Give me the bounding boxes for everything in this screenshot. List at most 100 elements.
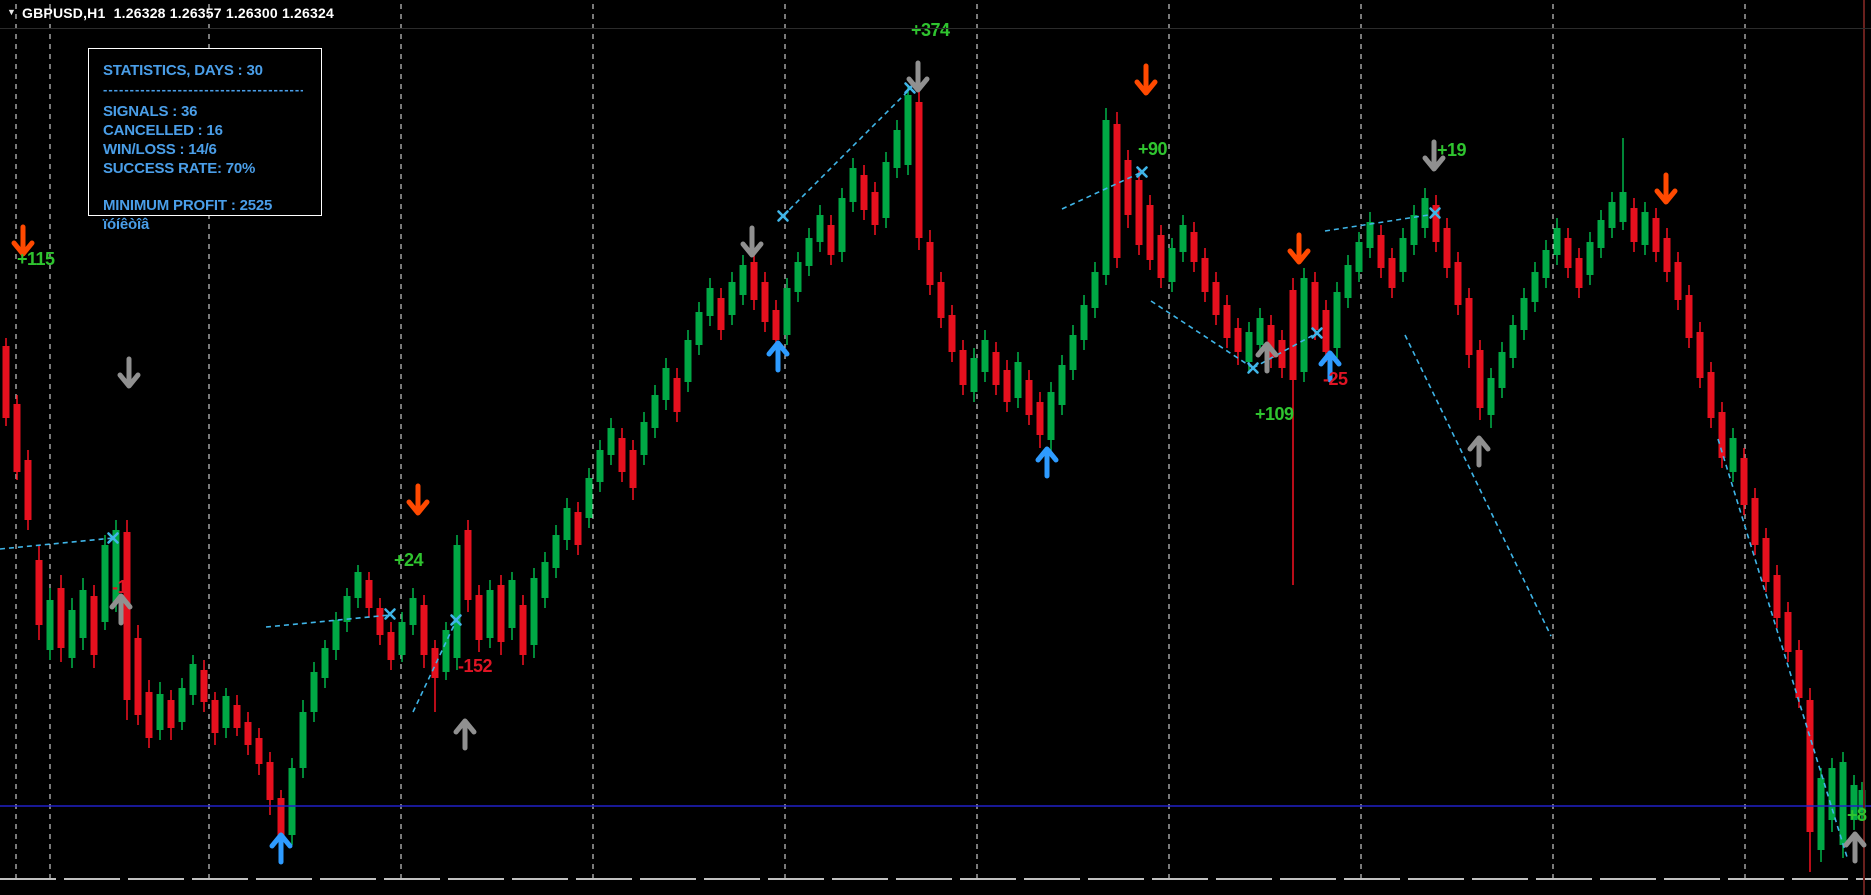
candle-body — [1388, 258, 1396, 288]
signal-arrow-down-icon — [117, 356, 141, 389]
candle-body — [640, 422, 648, 455]
candle-body — [1795, 650, 1803, 698]
stats-title: STATISTICS, DAYS : 30 — [103, 62, 263, 79]
candle-body — [497, 585, 505, 642]
signal-arrow-up-icon — [269, 832, 293, 865]
candle-body — [1586, 242, 1594, 275]
candle-body — [1674, 262, 1682, 300]
candle-body — [1289, 290, 1297, 380]
candle-body — [189, 664, 197, 695]
candle-body — [156, 694, 164, 730]
statistics-panel: STATISTICS, DAYS : 30 ------------------… — [88, 48, 322, 233]
candle-body — [1498, 352, 1506, 388]
candle-body — [530, 578, 538, 645]
candle-body — [992, 352, 1000, 385]
candle-body — [1311, 282, 1319, 330]
candle-body — [167, 700, 175, 728]
stats-minimum-profit: MINIMUM PROFIT : 2525 ïóíêòîâ — [103, 197, 273, 233]
x-marker-icon — [384, 608, 396, 620]
candle-body — [1696, 332, 1704, 378]
candle-body — [860, 175, 868, 210]
signal-arrow-down-icon — [906, 60, 930, 93]
stats-separator: ----------------------------------------… — [103, 82, 303, 97]
candle-body — [222, 696, 230, 728]
candle-body — [1729, 438, 1737, 472]
candle-body — [1080, 305, 1088, 340]
candle-body — [673, 378, 681, 412]
candle-body — [1443, 228, 1451, 268]
signal-arrow-down-icon — [1134, 63, 1158, 96]
candle-body — [1091, 272, 1099, 308]
candle-body — [1003, 370, 1011, 402]
stats-signals: SIGNALS : 36 — [103, 103, 198, 120]
candle-body — [629, 450, 637, 488]
candle-body — [1465, 298, 1473, 355]
signal-arrow-up-icon — [1843, 831, 1867, 864]
candle-body — [1245, 332, 1253, 362]
profit-label: -25 — [1323, 369, 1348, 389]
candle-body — [1784, 612, 1792, 652]
candle-body — [134, 638, 142, 715]
trendline-dashed — [782, 88, 911, 217]
candle-body — [1102, 120, 1110, 275]
candle-body — [1740, 458, 1748, 505]
trendline-dashed — [1324, 213, 1436, 232]
candle-body — [1663, 238, 1671, 272]
candle-body — [596, 450, 604, 482]
candle-body — [871, 192, 879, 225]
candle-body — [90, 596, 98, 655]
candle-body — [1520, 298, 1528, 330]
profit-label: -1 — [112, 577, 127, 597]
candle-body — [1630, 208, 1638, 242]
signal-arrow-up-icon — [1467, 435, 1491, 468]
candle-body — [1476, 350, 1484, 408]
candle-body — [1234, 328, 1242, 352]
candle-body — [904, 95, 912, 165]
candle-body — [1817, 778, 1825, 850]
signal-arrow-up-icon — [453, 718, 477, 751]
candle-body — [343, 596, 351, 622]
symbol-dropdown-icon[interactable]: ▼ — [7, 7, 16, 17]
candle-body — [1564, 238, 1572, 268]
candle-body — [805, 238, 813, 266]
candle-body — [1641, 212, 1649, 245]
candle-body — [1553, 228, 1561, 255]
candle-body — [200, 670, 208, 702]
candle-body — [706, 288, 714, 316]
candle-body — [1036, 402, 1044, 435]
candle-body — [1575, 258, 1583, 288]
candle-body — [893, 130, 901, 168]
candle-body — [585, 478, 593, 518]
candle-body — [387, 632, 395, 660]
chart-title-bar: ▼ GBPUSD,H1 1.26328 1.26357 1.26300 1.26… — [0, 0, 1871, 29]
candle-body — [1069, 335, 1077, 370]
candle-body — [1300, 278, 1308, 372]
candle-body — [1608, 202, 1616, 228]
candle-body — [1344, 265, 1352, 298]
candle-body — [739, 265, 747, 295]
candle-body — [827, 225, 835, 255]
candle-body — [409, 598, 417, 625]
candle-body — [1135, 180, 1143, 245]
candle-body — [937, 282, 945, 318]
candle-body — [1773, 575, 1781, 618]
candle-body — [1256, 318, 1264, 345]
candle-body — [299, 712, 307, 768]
candle-body — [1619, 192, 1627, 222]
candle-body — [618, 438, 626, 472]
candle-body — [1168, 248, 1176, 282]
candle-body — [354, 572, 362, 598]
candle-body — [1366, 222, 1374, 248]
signal-arrow-down-icon — [1287, 232, 1311, 265]
candle-body — [2, 346, 10, 418]
candle-body — [838, 198, 846, 252]
candle-body — [552, 535, 560, 568]
candle-body — [1377, 235, 1385, 268]
candle-body — [1597, 220, 1605, 248]
candle-body — [1531, 272, 1539, 302]
signal-arrow-down-icon — [406, 483, 430, 516]
candle-body — [24, 460, 32, 520]
candle-body — [508, 580, 516, 628]
candle-body — [717, 298, 725, 330]
profit-label: -152 — [458, 656, 493, 676]
